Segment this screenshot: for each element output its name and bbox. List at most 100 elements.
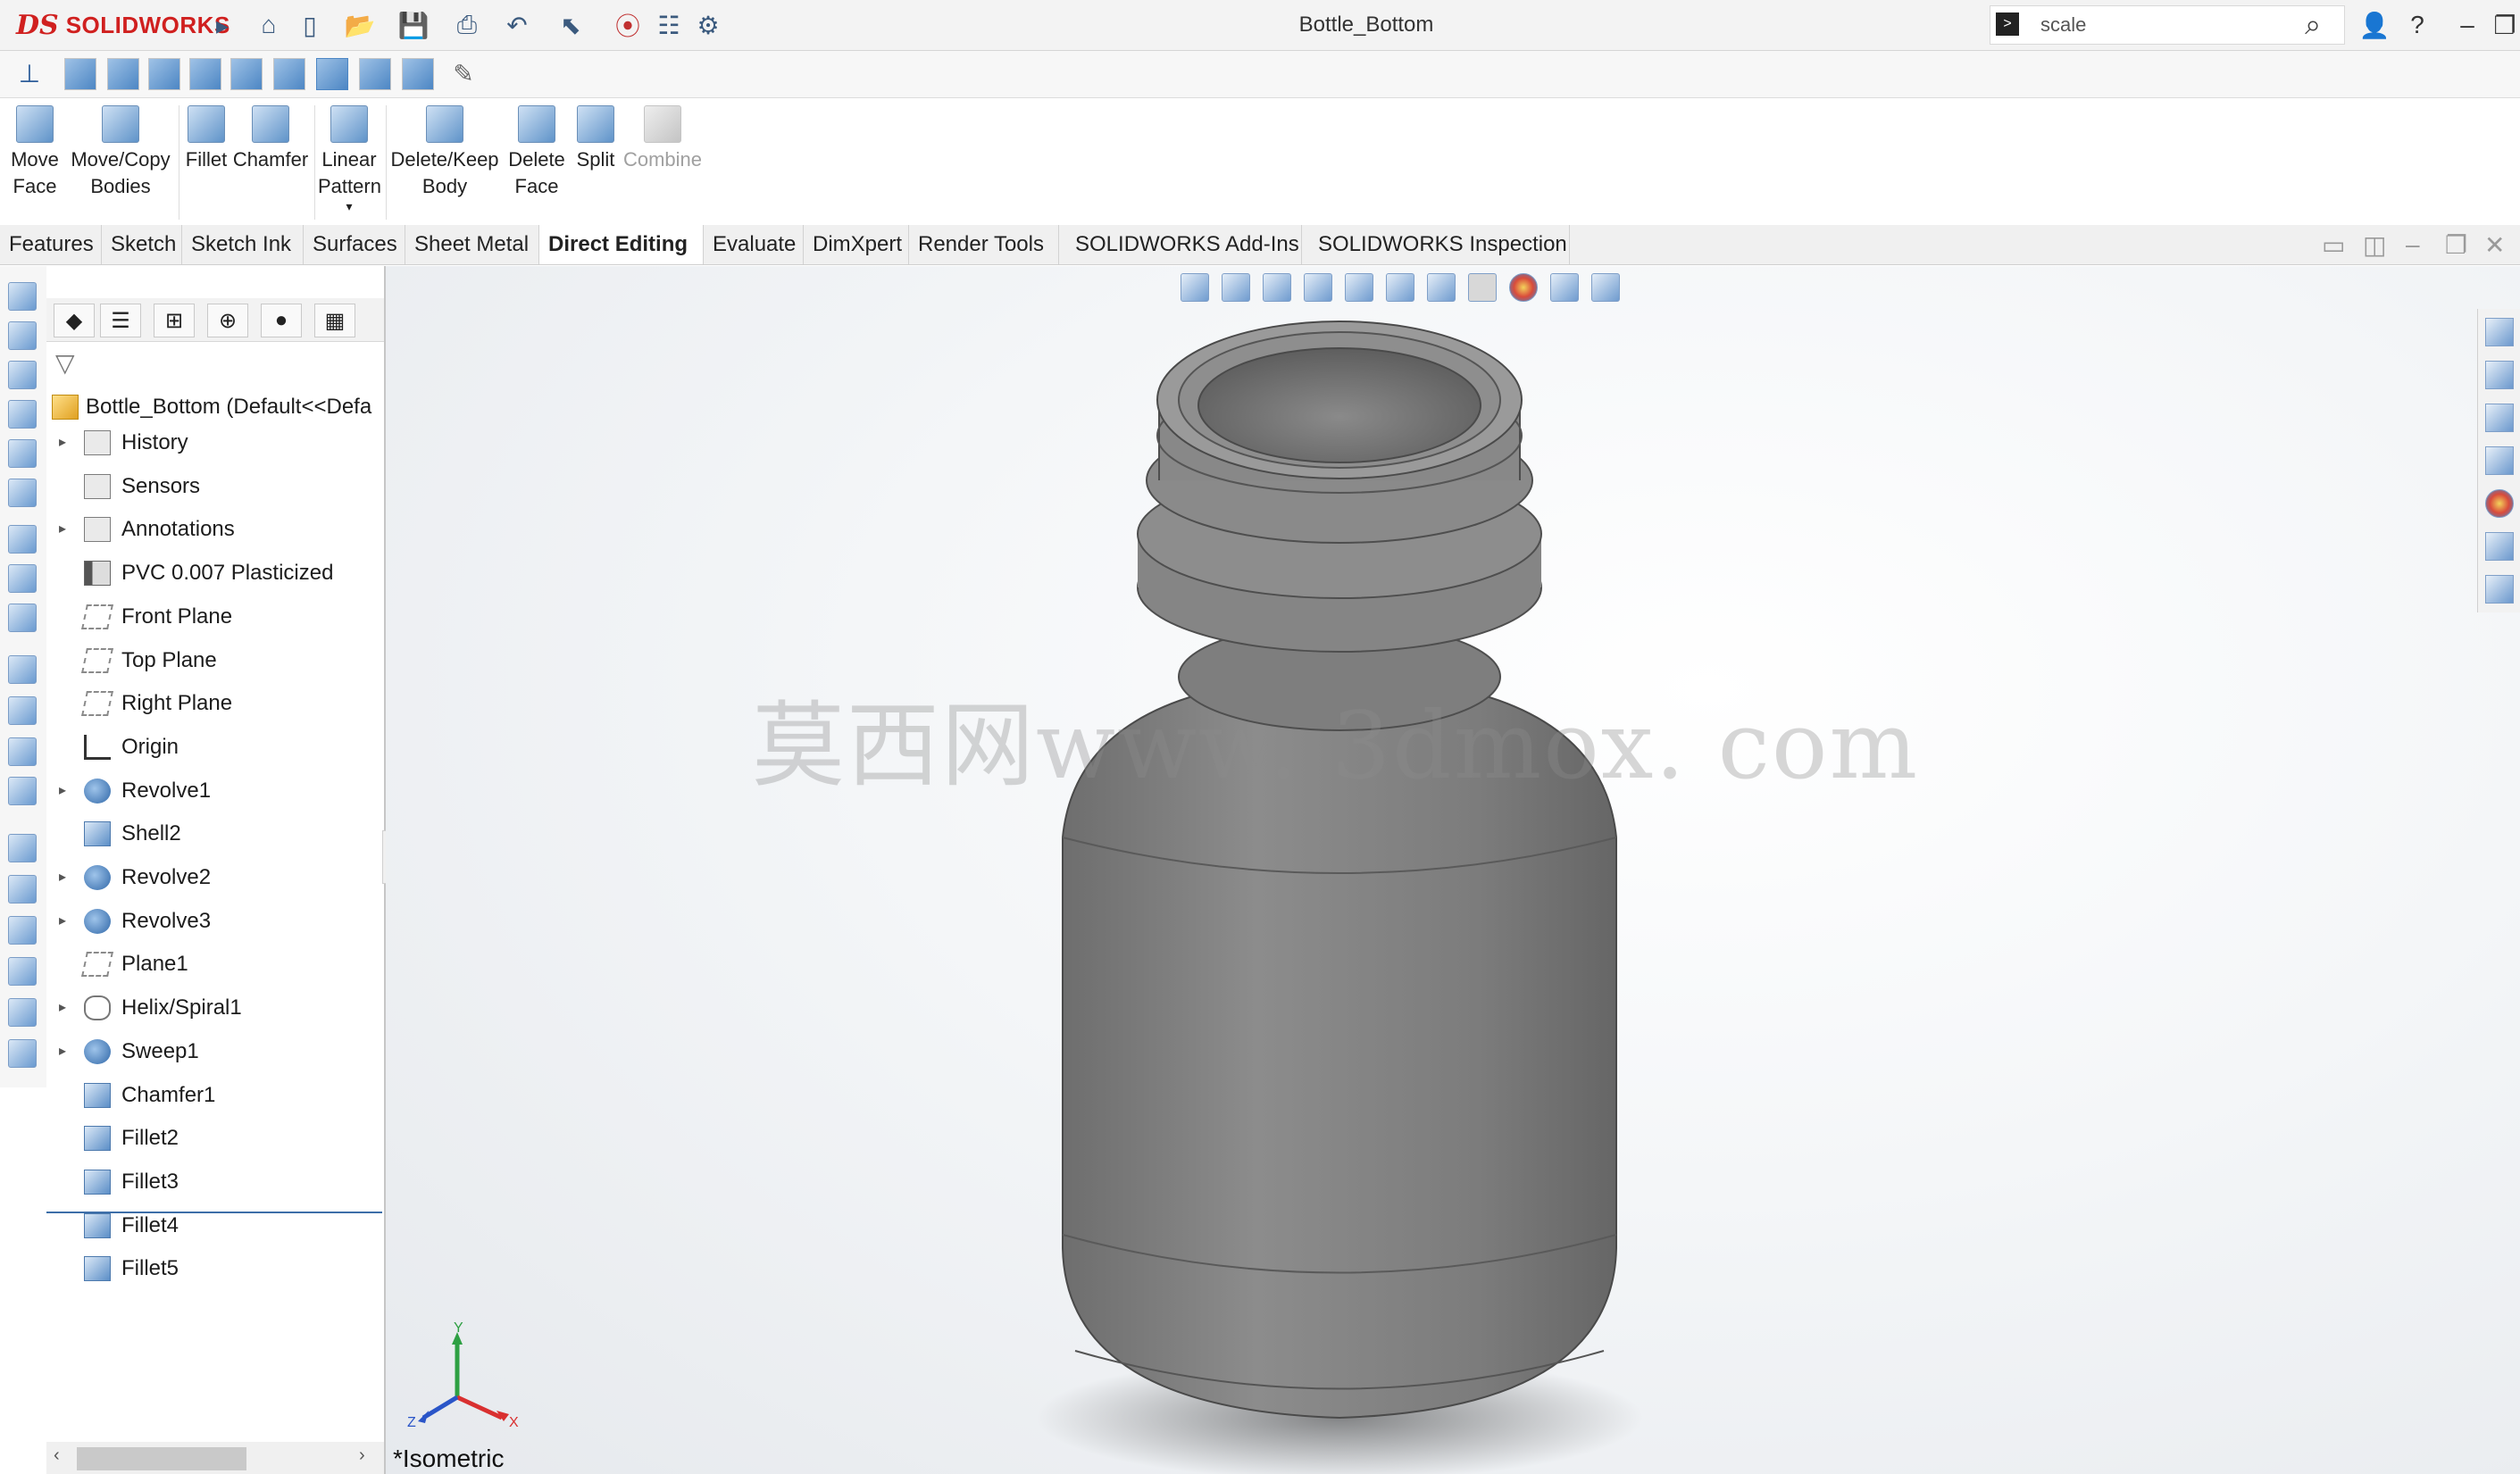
- boundary-cut-icon[interactable]: [8, 696, 37, 725]
- file-explorer-icon[interactable]: [2485, 404, 2514, 432]
- curves-tool-icon[interactable]: [8, 1039, 37, 1068]
- display-style-icon[interactable]: [1427, 273, 1456, 302]
- graphics-area[interactable]: 莫西网www. 3dmox. com: [386, 266, 2520, 1474]
- trimetric-view-icon[interactable]: [359, 58, 391, 90]
- view-palette-icon[interactable]: [2485, 446, 2514, 475]
- draft-tool-icon[interactable]: [8, 875, 37, 904]
- scroll-right-icon[interactable]: ›: [359, 1445, 365, 1466]
- bottom-view-icon[interactable]: [273, 58, 305, 90]
- edit-appearance-icon[interactable]: [1509, 273, 1538, 302]
- expand-arrow-icon[interactable]: ▸: [59, 771, 66, 811]
- right-view-icon[interactable]: [189, 58, 221, 90]
- custom-properties-icon[interactable]: [2485, 532, 2514, 561]
- menu-arrow-icon[interactable]: ▸: [205, 8, 239, 42]
- apply-scene-icon[interactable]: [1550, 273, 1579, 302]
- lofted-boss-icon[interactable]: [8, 400, 37, 429]
- tree-horizontal-scrollbar[interactable]: ‹ ›: [46, 1442, 384, 1474]
- doc-minimize-icon[interactable]: –: [2406, 230, 2420, 259]
- tile-horizontal-icon[interactable]: ▭: [2322, 230, 2345, 260]
- expand-arrow-icon[interactable]: ▸: [59, 423, 66, 462]
- configuration-manager-tab-icon[interactable]: ⊞: [154, 304, 195, 337]
- dimetric-view-icon[interactable]: [402, 58, 434, 90]
- tab-sketch-ink[interactable]: Sketch Ink: [182, 225, 304, 264]
- solidworks-resources-icon[interactable]: [2485, 318, 2514, 346]
- file-properties-icon[interactable]: ☷: [652, 8, 686, 42]
- wrap-tool-icon[interactable]: [8, 957, 37, 986]
- tile-vertical-icon[interactable]: ◫: [2363, 230, 2386, 260]
- doc-close-icon[interactable]: ✕: [2484, 230, 2505, 260]
- tab-dimxpert[interactable]: DimXpert: [804, 225, 909, 264]
- solidworks-logo[interactable]: DS SOLIDWORKS: [16, 9, 230, 41]
- tab-sketch[interactable]: Sketch: [102, 225, 182, 264]
- delete-keep-body-button[interactable]: Delete/Keep Body: [389, 105, 500, 200]
- combine-button[interactable]: Combine: [622, 105, 704, 173]
- move-face-button[interactable]: Move Face: [7, 105, 63, 200]
- tab-surfaces[interactable]: Surfaces: [304, 225, 405, 264]
- back-view-icon[interactable]: [107, 58, 139, 90]
- dynamic-annotation-icon[interactable]: [1345, 273, 1373, 302]
- scrollbar-thumb[interactable]: [77, 1447, 246, 1470]
- property-manager-tab-icon[interactable]: ☰: [100, 304, 141, 337]
- dimxpert-manager-tab-icon[interactable]: ⊕: [207, 304, 248, 337]
- appearances-scenes-icon[interactable]: [2485, 489, 2514, 518]
- zoom-to-area-icon[interactable]: [1222, 273, 1250, 302]
- undo-icon[interactable]: ↶: [500, 8, 534, 42]
- section-view-icon[interactable]: [1304, 273, 1332, 302]
- design-library-icon[interactable]: [2485, 361, 2514, 389]
- pattern-tool-icon[interactable]: [8, 777, 37, 805]
- options-gear-icon[interactable]: ⚙: [691, 8, 725, 42]
- shell-tool-icon[interactable]: [8, 916, 37, 945]
- cam-tab-icon[interactable]: ▦: [314, 304, 355, 337]
- hole-wizard-icon[interactable]: [8, 525, 37, 554]
- top-view-icon[interactable]: [230, 58, 263, 90]
- tab-sheet-metal[interactable]: Sheet Metal: [405, 225, 539, 264]
- delete-face-button[interactable]: Delete Face: [504, 105, 570, 200]
- rebuild-icon[interactable]: ⦿: [611, 8, 645, 42]
- left-view-icon[interactable]: [148, 58, 180, 90]
- search-commands-input[interactable]: > scale ⌕: [1990, 5, 2345, 45]
- isometric-view-icon[interactable]: [316, 58, 348, 90]
- help-icon[interactable]: ?: [2400, 8, 2434, 42]
- doc-restore-icon[interactable]: ❐: [2445, 230, 2467, 260]
- hide-show-items-icon[interactable]: [1468, 273, 1497, 302]
- tab-solidworks-add-ins[interactable]: SOLIDWORKS Add-Ins: [1059, 225, 1302, 264]
- user-account-icon[interactable]: 👤: [2357, 8, 2391, 42]
- intersect-tool-icon[interactable]: [8, 998, 37, 1027]
- rib-tool-icon[interactable]: [8, 834, 37, 862]
- forum-icon[interactable]: [2485, 575, 2514, 604]
- home-icon[interactable]: ⌂: [252, 8, 286, 42]
- tab-solidworks-inspection[interactable]: SOLIDWORKS Inspection: [1302, 225, 1570, 264]
- chamfer-button[interactable]: Chamfer: [232, 105, 309, 173]
- previous-view-icon[interactable]: [1263, 273, 1291, 302]
- dropdown-arrow-icon[interactable]: ▾: [318, 200, 380, 212]
- open-icon[interactable]: 📂: [343, 8, 377, 42]
- tab-render-tools[interactable]: Render Tools: [909, 225, 1059, 264]
- move-copy-bodies-button[interactable]: Move/Copy Bodies: [68, 105, 173, 200]
- display-manager-tab-icon[interactable]: ●: [261, 304, 302, 337]
- swept-cut-icon[interactable]: [8, 604, 37, 632]
- lofted-cut-icon[interactable]: [8, 655, 37, 684]
- link-view-icon[interactable]: ✎: [446, 56, 480, 90]
- view-settings-icon[interactable]: [1591, 273, 1620, 302]
- tab-evaluate[interactable]: Evaluate: [704, 225, 804, 264]
- normal-to-icon[interactable]: ⊥: [13, 56, 46, 90]
- fillet-tool-icon[interactable]: [8, 737, 37, 766]
- tab-direct-editing[interactable]: Direct Editing: [539, 225, 704, 264]
- print-icon[interactable]: ⎙: [450, 8, 484, 42]
- expand-arrow-icon[interactable]: ▸: [59, 510, 66, 549]
- extruded-cut-icon[interactable]: [8, 479, 37, 507]
- extruded-boss-icon[interactable]: [8, 282, 37, 311]
- expand-arrow-icon[interactable]: ▸: [59, 902, 66, 941]
- fillet-button[interactable]: Fillet: [182, 105, 230, 173]
- split-button[interactable]: Split: [572, 105, 620, 173]
- new-document-icon[interactable]: ▯: [293, 8, 327, 42]
- boundary-boss-icon[interactable]: [8, 439, 37, 468]
- feature-tree-tab-icon[interactable]: ◆: [54, 304, 95, 337]
- zoom-to-fit-icon[interactable]: [1181, 273, 1209, 302]
- restore-window-icon[interactable]: ❐: [2488, 8, 2520, 42]
- revolved-cut-icon[interactable]: [8, 564, 37, 593]
- save-icon[interactable]: 💾: [396, 8, 430, 42]
- minimize-window-icon[interactable]: –: [2450, 8, 2484, 42]
- search-icon[interactable]: ⌕: [2305, 8, 2321, 42]
- expand-arrow-icon[interactable]: ▸: [59, 1032, 66, 1071]
